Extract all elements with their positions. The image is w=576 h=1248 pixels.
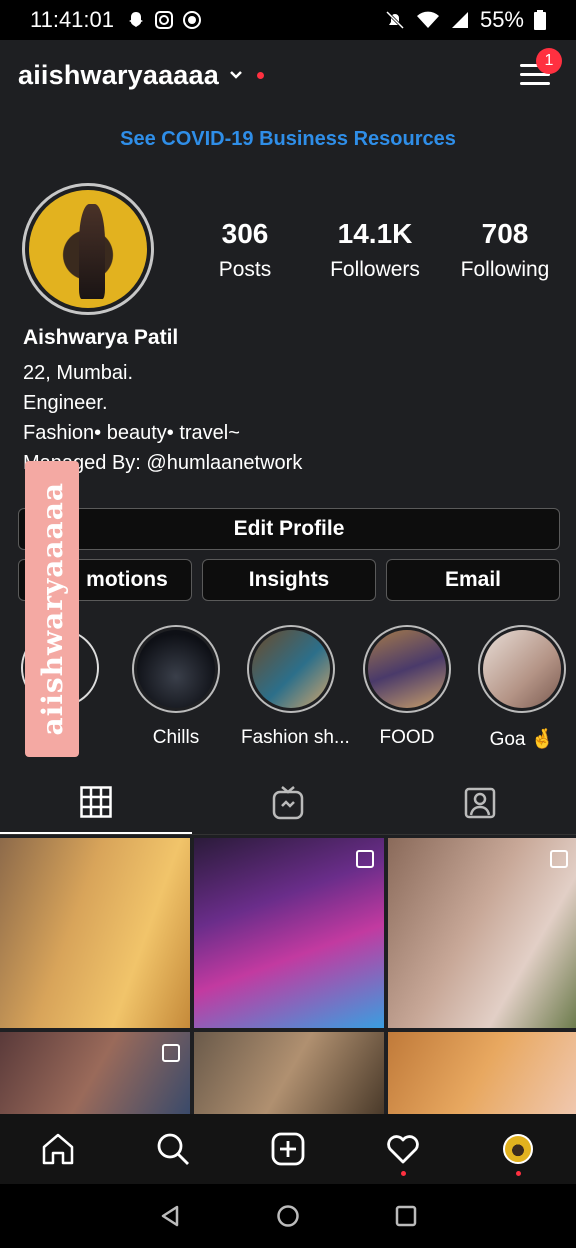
add-post-icon — [271, 1132, 305, 1166]
tab-posts-grid[interactable] — [0, 772, 192, 834]
bio-line: 22, Mumbai. — [23, 362, 134, 384]
highlight-item[interactable]: FOOD — [357, 625, 457, 749]
highlight-cover — [252, 630, 330, 708]
stat-value: 14.1K — [337, 218, 413, 249]
covid-resources-link[interactable]: See COVID-19 Business Resources — [0, 128, 576, 151]
posts-grid — [0, 838, 576, 1114]
system-back[interactable] — [111, 1204, 229, 1228]
avatar-image — [29, 190, 147, 308]
stat-label: Following — [460, 258, 550, 281]
tabs-divider — [0, 834, 576, 835]
heart-icon — [387, 1135, 419, 1164]
profile-avatar-icon — [503, 1134, 534, 1164]
bottom-navigation — [0, 1114, 576, 1184]
bio-line: Engineer. — [23, 392, 108, 414]
activity-dot — [400, 1171, 406, 1176]
system-home[interactable] — [229, 1204, 347, 1228]
carousel-icon — [356, 850, 374, 868]
nav-create[interactable] — [230, 1114, 345, 1184]
tab-tagged[interactable] — [384, 772, 576, 834]
record-icon — [183, 11, 202, 29]
bio-line: Fashion• beauty• travel~ — [23, 422, 240, 444]
recents-square-icon — [395, 1205, 417, 1227]
overlay-username-tag: aiishwaryaaaaa — [25, 461, 79, 757]
instagram-icon — [155, 11, 174, 29]
content-tabs — [0, 772, 576, 834]
post-thumbnail[interactable] — [0, 838, 190, 1028]
stat-value: 306 — [221, 218, 269, 249]
highlight-label: Chills — [152, 727, 200, 748]
home-circle-icon — [277, 1205, 299, 1227]
home-icon — [42, 1133, 73, 1165]
stat-followers[interactable]: 14.1K Followers — [310, 218, 440, 282]
signal-icon — [451, 12, 468, 28]
status-time: 11:41:01 — [30, 7, 115, 32]
highlight-item[interactable]: Goa 🤞 — [472, 625, 572, 751]
status-bar: 11:41:01 55% — [0, 0, 576, 40]
profile-dot — [515, 1171, 521, 1176]
tagged-user-icon — [464, 787, 496, 819]
back-triangle-icon — [161, 1205, 179, 1227]
system-recents[interactable] — [347, 1204, 465, 1228]
highlight-label: Goa 🤞 — [489, 729, 555, 750]
post-thumbnail[interactable] — [388, 1032, 576, 1114]
instagram-profile-screen: aiishwaryaaaaa 1 See COVID-19 Business R… — [0, 40, 576, 1184]
search-icon — [157, 1133, 189, 1165]
status-system-icons: 55% — [384, 7, 546, 33]
chevron-down-icon[interactable] — [229, 70, 243, 80]
snapchat-icon — [129, 12, 144, 27]
highlight-label: FOOD — [379, 727, 435, 748]
grid-icon — [80, 786, 112, 818]
stat-posts[interactable]: 306 Posts — [180, 218, 310, 282]
stat-value: 708 — [481, 218, 529, 249]
account-switcher-username[interactable]: aiishwaryaaaaa — [18, 60, 219, 91]
profile-header: aiishwaryaaaaa 1 — [0, 40, 576, 110]
edit-profile-button[interactable]: Edit Profile — [18, 508, 560, 550]
stat-label: Followers — [330, 258, 420, 281]
overlay-username-text: aiishwaryaaaaa — [35, 482, 69, 736]
igtv-icon — [272, 786, 304, 820]
post-thumbnail[interactable] — [0, 1032, 190, 1114]
notification-badge: 1 — [536, 48, 562, 74]
carousel-icon — [162, 1044, 180, 1062]
stat-label: Posts — [218, 258, 272, 281]
post-thumbnail[interactable] — [388, 838, 576, 1028]
system-navigation-bar — [0, 1184, 576, 1248]
new-activity-dot — [256, 71, 264, 79]
profile-stats: 306 Posts 14.1K Followers 708 Following — [180, 218, 570, 282]
stat-following[interactable]: 708 Following — [440, 218, 570, 282]
nav-search[interactable] — [115, 1114, 230, 1184]
battery-icon — [534, 10, 546, 30]
profile-name: Aishwarya Patil — [23, 326, 179, 349]
highlight-cover — [483, 630, 561, 708]
post-thumbnail[interactable] — [194, 838, 384, 1028]
post-thumbnail[interactable] — [194, 1032, 384, 1114]
highlight-label: Fashion sh... — [241, 727, 350, 748]
status-app-icons — [126, 10, 202, 30]
mute-bell-icon — [385, 10, 405, 30]
bio-managed-by[interactable]: Managed By: @humlaanetwork — [23, 448, 563, 478]
nav-activity[interactable] — [346, 1114, 461, 1184]
profile-avatar[interactable] — [22, 183, 154, 315]
highlight-cover — [368, 630, 446, 708]
highlight-item[interactable]: Fashion sh... — [241, 625, 350, 749]
battery-percent: 55% — [479, 7, 524, 32]
wifi-icon — [416, 11, 439, 28]
insights-button[interactable]: Insights — [202, 559, 376, 601]
carousel-icon — [550, 850, 568, 868]
nav-home[interactable] — [0, 1114, 115, 1184]
email-button[interactable]: Email — [386, 559, 560, 601]
highlight-item[interactable]: Chills — [126, 625, 226, 749]
profile-bio: Aishwarya Patil 22, Mumbai. Engineer. Fa… — [23, 326, 563, 478]
nav-profile[interactable] — [461, 1114, 576, 1184]
tab-igtv[interactable] — [192, 772, 384, 834]
highlight-cover — [137, 630, 215, 708]
menu-button[interactable]: 1 — [520, 48, 562, 88]
